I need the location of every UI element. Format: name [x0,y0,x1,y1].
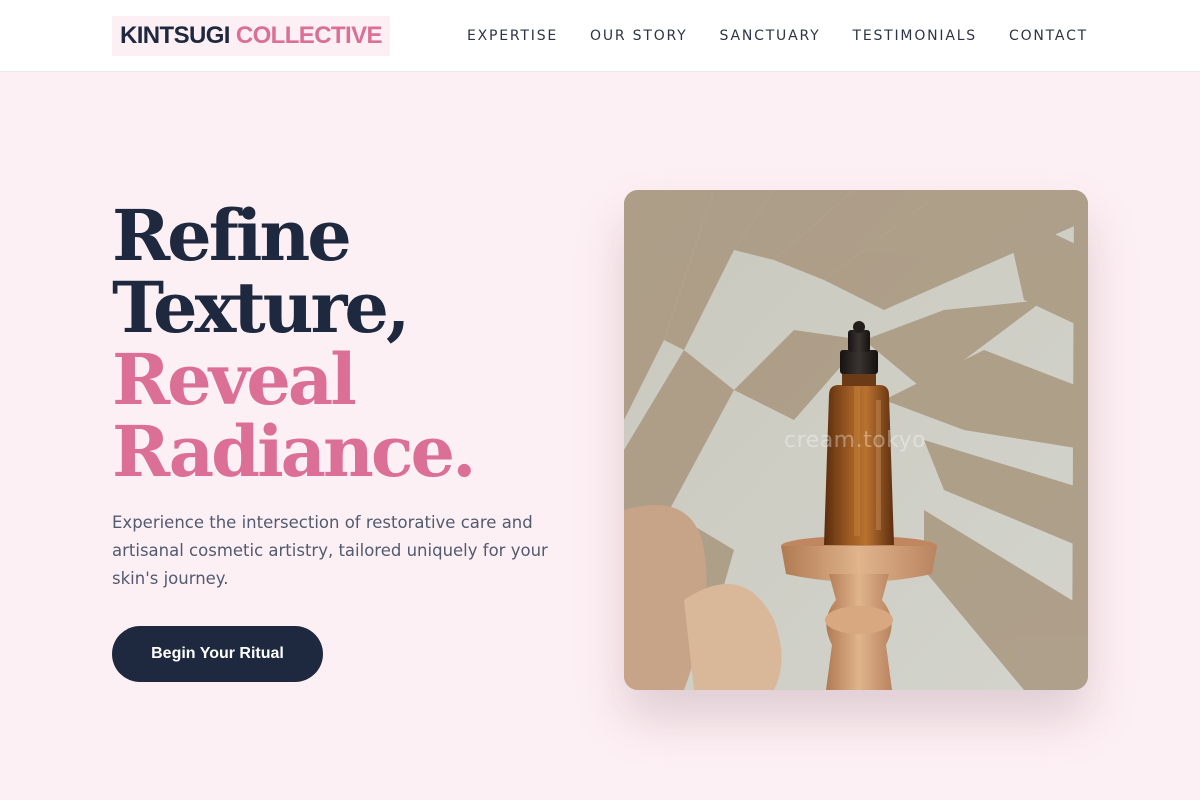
nav-link-our-story[interactable]: OUR STORY [590,28,688,44]
hero-title-line-1: Refine [112,194,352,277]
logo-text-accent: COLLECTIVE [235,22,383,49]
site-header: KINTSUGI COLLECTIVE EXPERTISE OUR STORY … [0,0,1200,72]
hero-title-line-3: Reveal [112,338,357,421]
hero-title-line-4: Radiance. [112,410,476,493]
hero-title-line-2: Texture, [112,266,410,349]
hero-product-image: cream.tokyo [624,190,1088,690]
image-watermark: cream.tokyo [784,428,927,453]
nav-link-sanctuary[interactable]: SANCTUARY [720,28,821,44]
hero-description: Experience the intersection of restorati… [112,513,548,588]
nav-link-contact[interactable]: CONTACT [1009,28,1088,44]
hero-title: Refine Texture, Reveal Radiance. [112,194,476,493]
nav-link-testimonials[interactable]: TESTIMONIALS [852,28,977,44]
main-nav: EXPERTISE OUR STORY SANCTUARY TESTIMONIA… [467,0,1088,72]
logo[interactable]: KINTSUGI COLLECTIVE [112,16,390,56]
begin-ritual-button[interactable]: Begin Your Ritual [112,626,323,682]
logo-text-primary: KINTSUGI [120,22,230,49]
nav-link-expertise[interactable]: EXPERTISE [467,28,558,44]
